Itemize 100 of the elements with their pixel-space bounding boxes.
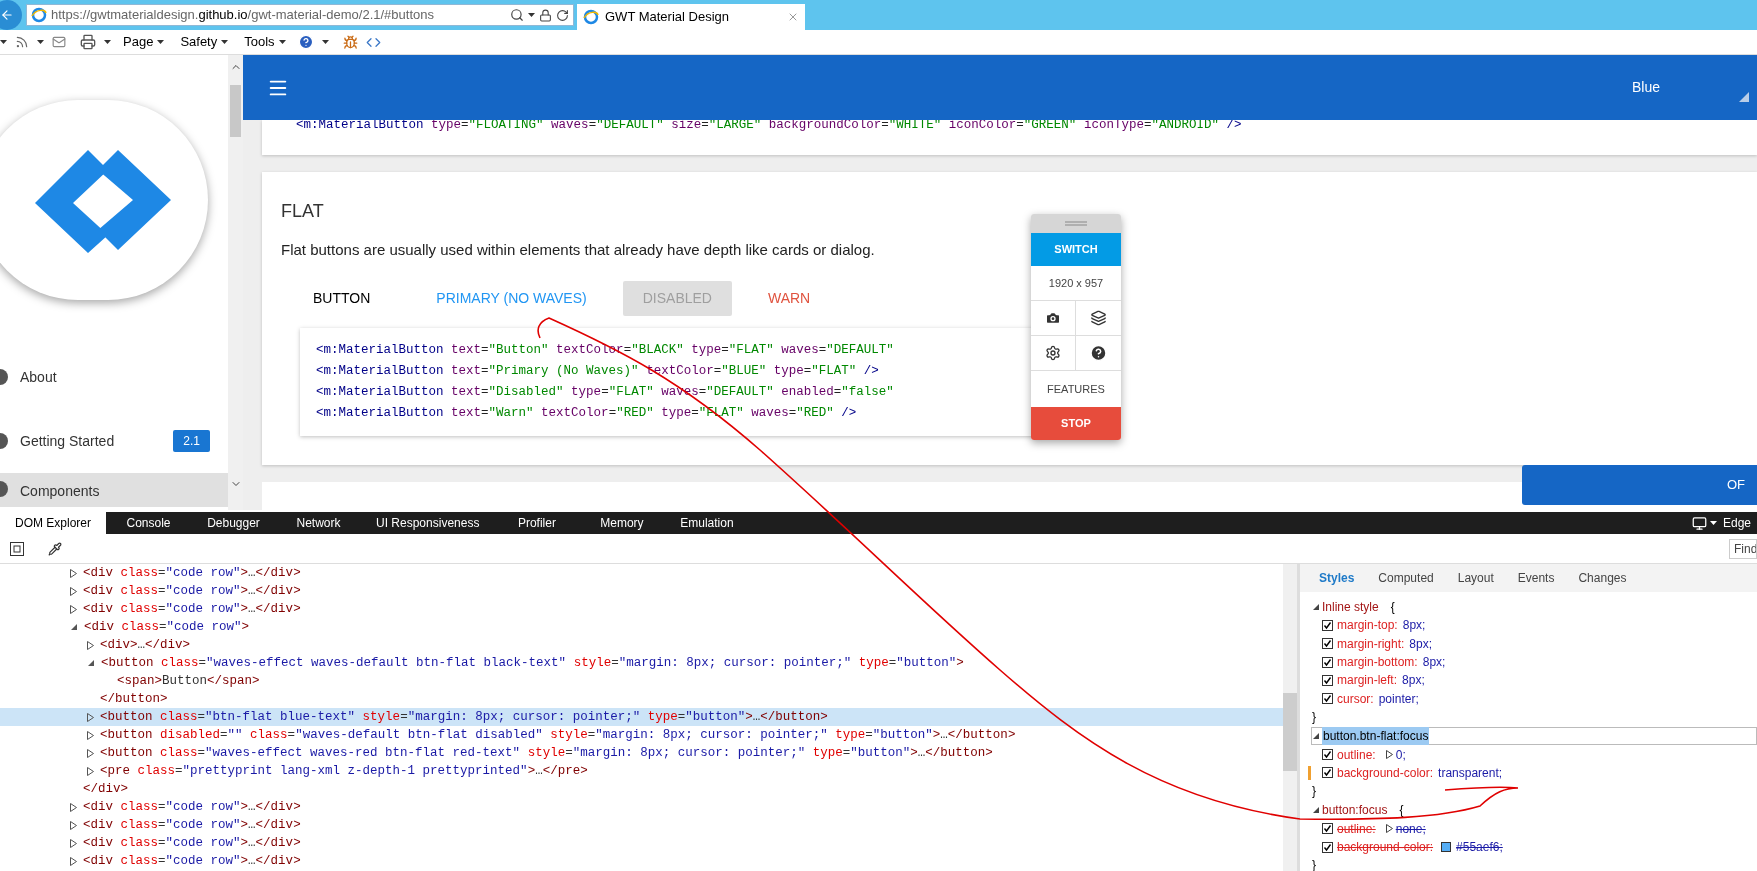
dom-node[interactable]: <div>…</div> xyxy=(0,636,1283,654)
devtools-tab[interactable]: Network xyxy=(276,512,361,534)
tab-title: GWT Material Design xyxy=(605,8,730,27)
emulation-target[interactable]: Edge xyxy=(1722,514,1751,532)
devtools-tab[interactable]: DOM Explorer xyxy=(0,512,106,534)
dom-node[interactable]: <span>Button</span> xyxy=(0,672,1283,690)
dom-node-markup: <button disabled="" class="waves-default btn-flat disabled" style="margin: 8px; cursor: pointer;" type="button">…</button> xyxy=(100,726,1016,744)
select-element-icon[interactable] xyxy=(10,541,24,556)
dom-node[interactable]: <button class="btn-flat blue-text" style="margin: 8px; cursor: pointer;" type="button">…</button> xyxy=(0,708,1283,726)
property-name[interactable]: background-color: xyxy=(1337,838,1434,856)
eyedropper-icon[interactable] xyxy=(48,541,62,556)
page-scrollbar[interactable] xyxy=(228,55,243,510)
property-name[interactable]: margin-left: xyxy=(1337,671,1398,690)
settings-icon[interactable] xyxy=(1031,336,1076,371)
devtools-tab[interactable]: Emulation xyxy=(664,512,750,534)
dom-node-markup: <div class="code row">…</div> xyxy=(83,798,301,816)
styles-tab[interactable]: Events xyxy=(1517,569,1555,587)
scroll-thumb[interactable] xyxy=(230,85,241,137)
caret-icon[interactable] xyxy=(1709,521,1717,525)
property-checkbox[interactable] xyxy=(1322,823,1333,835)
property-value[interactable]: #55aef6; xyxy=(1456,838,1503,856)
collapse-arrow-icon[interactable] xyxy=(87,659,95,667)
styles-tab[interactable]: Styles xyxy=(1319,569,1355,587)
floating-action-button[interactable]: OF xyxy=(1522,465,1757,505)
property-value[interactable]: 8px; xyxy=(1422,653,1446,672)
camera-icon[interactable] xyxy=(1031,301,1076,336)
rule-selector[interactable]: button:focus xyxy=(1322,801,1388,820)
resolution-text: 1920 x 957 xyxy=(1031,266,1121,301)
property-name[interactable]: outline: xyxy=(1337,745,1376,764)
dom-node[interactable]: <div class="code row">…</div> xyxy=(0,816,1283,834)
styles-tab[interactable]: Changes xyxy=(1578,569,1627,587)
dom-node[interactable]: <pre class="prettyprint lang-xml z-depth-1 prettyprinted">…</pre> xyxy=(0,762,1283,780)
property-checkbox[interactable] xyxy=(1322,767,1333,779)
expand-arrow-icon[interactable] xyxy=(1385,824,1393,834)
property-value[interactable]: 8px; xyxy=(1402,616,1426,635)
mail-icon[interactable] xyxy=(52,35,66,49)
flat-button[interactable]: WARN xyxy=(747,280,831,316)
devtools-tab[interactable]: Console xyxy=(106,512,191,534)
collapse-arrow-icon[interactable] xyxy=(70,623,78,631)
property-checkbox[interactable] xyxy=(1322,638,1333,650)
monitor-icon[interactable] xyxy=(1691,515,1707,531)
flat-button[interactable]: BUTTON xyxy=(293,280,391,316)
sidebar-item[interactable]: Getting Started 2.1 xyxy=(0,409,228,473)
collapse-arrow-icon[interactable] xyxy=(1312,806,1320,815)
expand-arrow-icon[interactable] xyxy=(87,640,94,650)
property-checkbox[interactable] xyxy=(1322,656,1333,668)
collapse-arrow-icon[interactable] xyxy=(1312,603,1320,612)
find-field[interactable]: Find xyxy=(1729,538,1757,559)
print-icon[interactable] xyxy=(80,34,96,50)
command-menu[interactable]: Tools xyxy=(240,32,290,52)
command-menu[interactable]: Page xyxy=(119,32,169,52)
property-name[interactable]: margin-right: xyxy=(1337,634,1405,653)
property-value[interactable]: none; xyxy=(1395,819,1426,838)
devtools-tab[interactable]: Profiler xyxy=(494,512,580,534)
sidebar-item[interactable]: About xyxy=(0,345,228,409)
property-name[interactable]: outline: xyxy=(1337,819,1376,838)
dom-node[interactable]: <div class="code row">…</div> xyxy=(0,600,1283,618)
dom-node[interactable]: <button class="waves-effect waves-red btn-flat red-text" style="margin: 8px; cursor: pointer;" type="button">…</button> xyxy=(0,744,1283,762)
property-value[interactable]: pointer; xyxy=(1378,689,1419,708)
dom-node[interactable]: <button class="waves-effect waves-default btn-flat black-text" style="margin: 8px; cursor: pointer;" type="button"> xyxy=(0,654,1283,672)
property-name[interactable]: background-color: xyxy=(1337,763,1434,782)
dom-node[interactable]: <button disabled="" class="waves-default btn-flat disabled" style="margin: 8px; cursor: pointer;" type="button">…</button> xyxy=(0,726,1283,744)
property-name[interactable]: margin-bottom: xyxy=(1337,653,1418,672)
property-name[interactable]: cursor: xyxy=(1337,689,1374,708)
rule-selector[interactable]: Inline style xyxy=(1322,598,1379,617)
property-value[interactable]: 8px; xyxy=(1402,671,1425,690)
features-button[interactable]: FEATURES xyxy=(1031,371,1121,407)
command-menu[interactable]: Safety xyxy=(176,32,233,52)
styles-tab[interactable]: Computed xyxy=(1378,569,1434,587)
dom-node[interactable]: <div class="code row">…</div> xyxy=(0,582,1283,600)
dom-node[interactable]: <div class="code row">…</div> xyxy=(0,852,1283,870)
dom-node[interactable]: <div class="code row"> xyxy=(0,618,1283,636)
stop-button[interactable]: STOP xyxy=(1031,407,1121,440)
devtools-tab[interactable]: UI Responsiveness xyxy=(361,512,495,534)
property-value[interactable]: 0; xyxy=(1395,745,1406,764)
property-value[interactable]: 8px; xyxy=(1409,634,1433,653)
property-checkbox[interactable] xyxy=(1322,619,1333,631)
expand-arrow-icon[interactable] xyxy=(1385,750,1393,759)
drag-handle[interactable] xyxy=(1031,214,1121,233)
property-name[interactable]: margin-top: xyxy=(1337,616,1398,635)
dom-node[interactable]: <div class="code row">…</div> xyxy=(0,798,1283,816)
devtools-tab[interactable]: Debugger xyxy=(191,512,276,534)
theme-label[interactable]: Blue xyxy=(1631,77,1660,98)
feed-icon[interactable] xyxy=(15,35,29,49)
dom-node[interactable]: <div class="code row">…</div> xyxy=(0,564,1283,582)
property-checkbox[interactable] xyxy=(1322,749,1333,760)
sidebar-item[interactable]: Components xyxy=(0,473,228,507)
property-checkbox[interactable] xyxy=(1322,841,1333,853)
color-swatch[interactable] xyxy=(1441,842,1452,852)
bug-icon[interactable] xyxy=(342,34,358,50)
address-bar[interactable]: https://gwtmaterialdesign.github.io/gwt-material-demo/2.1/#buttons xyxy=(26,4,574,26)
tree-scrollbar[interactable] xyxy=(1283,564,1297,871)
devtools-tab[interactable]: Memory xyxy=(579,512,665,534)
dom-node-markup: <button class="waves-effect waves-red btn-flat red-text" style="margin: 8px; cursor: pointer;" type="button">…</button> xyxy=(100,744,993,762)
property-checkbox[interactable] xyxy=(1322,693,1333,705)
property-value[interactable]: transparent; xyxy=(1438,763,1503,782)
browser-tab[interactable]: GWT Material Design xyxy=(577,4,805,30)
styles-tab[interactable]: Layout xyxy=(1457,569,1494,587)
property-checkbox[interactable] xyxy=(1322,674,1333,686)
dom-node[interactable]: <div class="code row">…</div> xyxy=(0,834,1283,852)
